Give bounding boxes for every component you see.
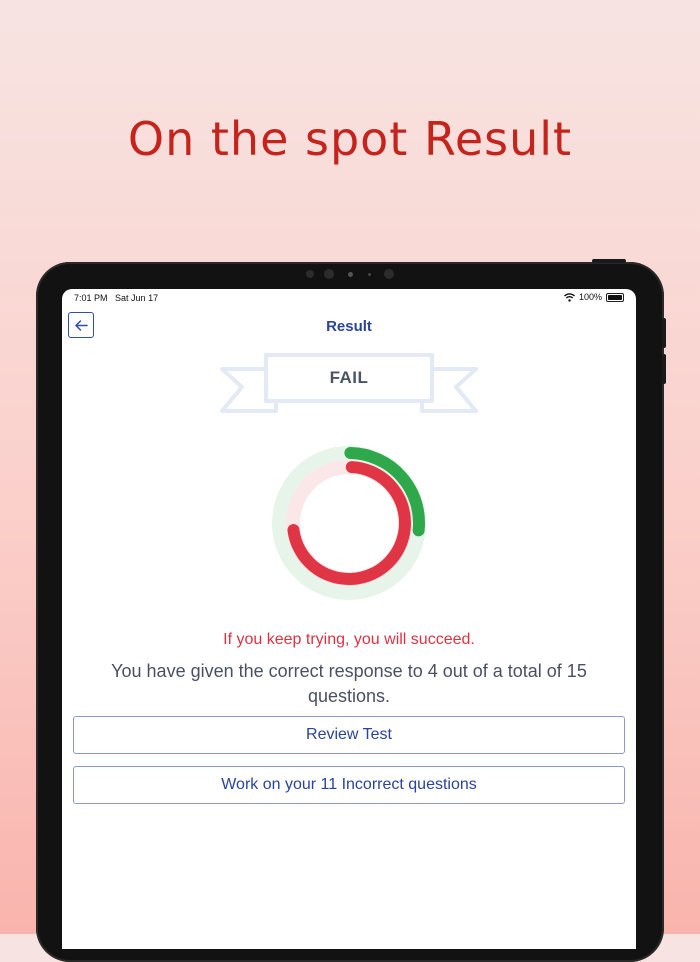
camera-dot bbox=[306, 270, 314, 278]
battery-percent: 100% bbox=[578, 292, 602, 302]
page-title: Result bbox=[326, 318, 372, 335]
status-time: 7:01 PM bbox=[74, 293, 108, 303]
camera-dot bbox=[324, 269, 334, 279]
status-time-date: 7:01 PM Sat Jun 17 bbox=[74, 293, 158, 303]
result-badge: FAIL bbox=[329, 368, 369, 387]
status-indicators: 100% bbox=[563, 292, 624, 302]
volume-button-2 bbox=[662, 354, 666, 384]
incorrect-questions-button[interactable]: Work on your 11 Incorrect questions bbox=[73, 766, 625, 804]
motivation-message: If you keep trying, you will succeed. bbox=[223, 631, 475, 648]
app-screen: 7:01 PM Sat Jun 17 100% Result FAIL If y… bbox=[62, 289, 636, 949]
power-button bbox=[592, 259, 626, 263]
camera-dot bbox=[368, 273, 371, 276]
volume-button bbox=[662, 318, 666, 348]
camera-lens bbox=[348, 272, 353, 277]
status-bar: 7:01 PM Sat Jun 17 100% bbox=[62, 289, 636, 307]
review-test-button[interactable]: Review Test bbox=[73, 716, 625, 754]
wifi-icon bbox=[563, 292, 575, 302]
headline: On the spot Result bbox=[127, 112, 573, 166]
score-summary: You have given the correct response to 4… bbox=[111, 661, 587, 706]
camera-dot bbox=[384, 269, 394, 279]
score-ring-chart bbox=[272, 446, 426, 600]
battery-icon bbox=[606, 292, 624, 302]
result-ribbon: FAIL bbox=[220, 351, 478, 417]
status-date: Sat Jun 17 bbox=[115, 293, 159, 303]
